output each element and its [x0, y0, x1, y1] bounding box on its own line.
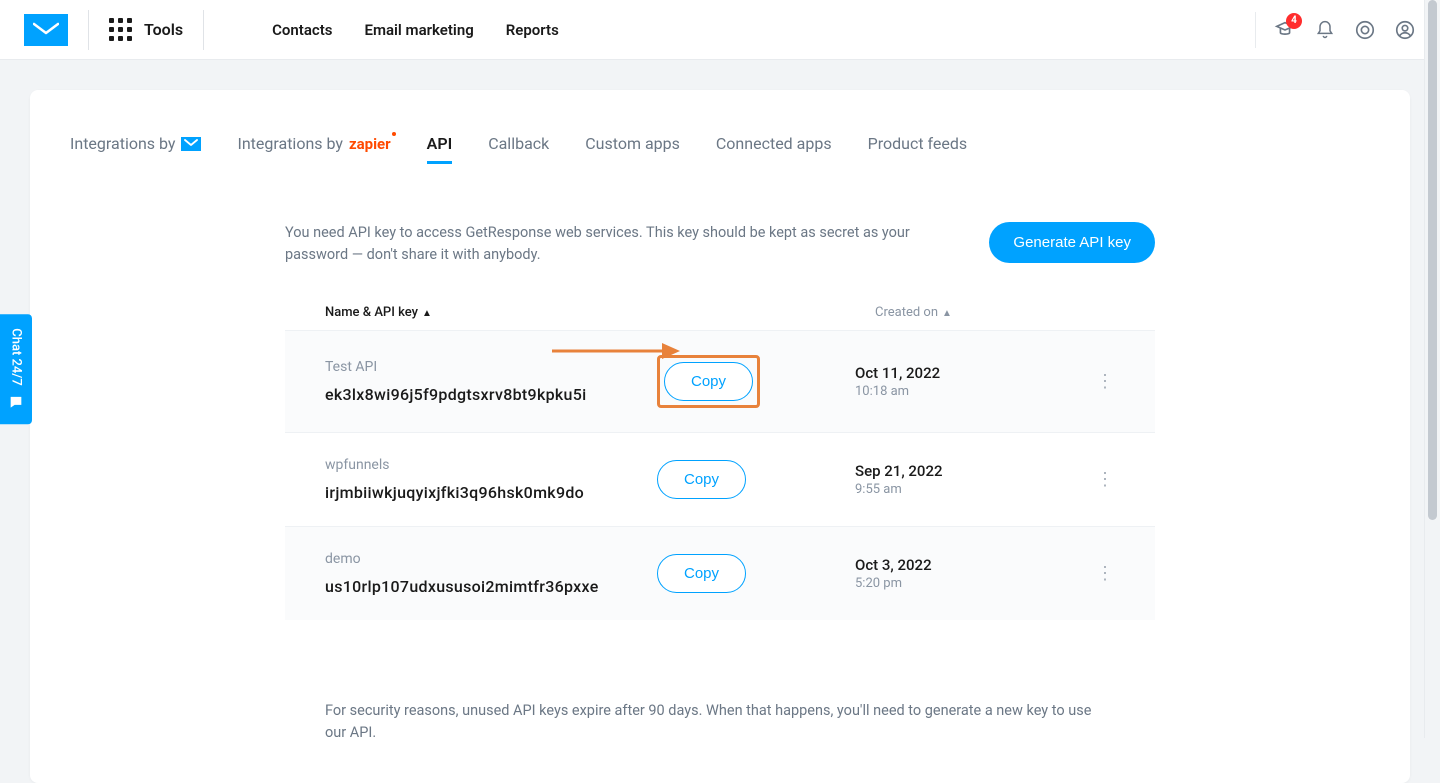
table-row: demo us10rlp107udxususoi2mimtfr36pxxe Co… [285, 526, 1155, 620]
sort-caret-icon: ▲ [422, 308, 432, 319]
tab-label: Integrations by [70, 134, 175, 153]
header-row: You need API key to access GetResponse w… [285, 222, 1155, 267]
tab-product-feeds[interactable]: Product feeds [868, 134, 968, 164]
zapier-logo: zapier [349, 135, 391, 153]
highlight-frame: Copy [657, 355, 760, 408]
bell-icon[interactable] [1314, 19, 1336, 41]
tools-menu[interactable]: Tools [109, 18, 183, 41]
api-key-name: Test API [325, 359, 625, 375]
scrollbar[interactable] [1424, 0, 1440, 738]
list-header: Name & API key▲ Created on▲ [285, 305, 1155, 330]
integrations-tabs: Integrations by Integrations by zapier A… [70, 134, 1370, 172]
app-logo[interactable] [24, 14, 68, 46]
tab-integrations-zapier[interactable]: Integrations by zapier [237, 134, 390, 164]
nav-reports[interactable]: Reports [506, 21, 559, 39]
created-date: Sep 21, 2022 [855, 462, 1095, 480]
created-time: 5:20 pm [855, 576, 1095, 591]
created-date: Oct 11, 2022 [855, 364, 1095, 382]
api-key-value: irjmbiiwkjuqyixjfki3q96hsk0mk9do [325, 483, 625, 502]
api-key-name: demo [325, 551, 625, 567]
chat-widget[interactable]: Chat 24/7 [0, 314, 32, 424]
api-key-value: us10rlp107udxususoi2mimtfr36pxxe [325, 577, 625, 596]
getresponse-icon [181, 137, 201, 151]
page-card: Integrations by Integrations by zapier A… [30, 90, 1410, 783]
tab-custom-apps[interactable]: Custom apps [585, 134, 680, 164]
security-footnote: For security reasons, unused API keys ex… [285, 700, 1155, 744]
copy-button[interactable]: Copy [664, 362, 753, 401]
row-menu-icon[interactable]: ⋮ [1095, 371, 1115, 392]
separator [88, 10, 89, 50]
column-header-name[interactable]: Name & API key▲ [325, 305, 875, 320]
grid-icon [109, 18, 132, 41]
topbar-right: 4 [1255, 12, 1416, 48]
chat-label: Chat 24/7 [9, 328, 24, 386]
nav-contacts[interactable]: Contacts [272, 21, 332, 39]
tools-label: Tools [144, 20, 183, 39]
generate-api-key-button[interactable]: Generate API key [989, 222, 1155, 263]
separator [1255, 12, 1256, 48]
content: You need API key to access GetResponse w… [285, 222, 1155, 743]
column-header-date[interactable]: Created on▲ [875, 305, 1115, 320]
main-nav: Contacts Email marketing Reports [272, 21, 559, 39]
tab-label: Integrations by [237, 134, 342, 153]
help-icon[interactable] [1354, 19, 1376, 41]
separator [203, 10, 204, 50]
tab-api[interactable]: API [427, 134, 453, 164]
api-key-name: wpfunnels [325, 457, 625, 473]
topbar: Tools Contacts Email marketing Reports 4 [0, 0, 1440, 60]
row-menu-icon[interactable]: ⋮ [1095, 469, 1115, 490]
created-time: 9:55 am [855, 482, 1095, 497]
table-row: wpfunnels irjmbiiwkjuqyixjfki3q96hsk0mk9… [285, 432, 1155, 526]
copy-button[interactable]: Copy [657, 460, 746, 499]
row-menu-icon[interactable]: ⋮ [1095, 563, 1115, 584]
created-time: 10:18 am [855, 384, 1095, 399]
copy-button[interactable]: Copy [657, 554, 746, 593]
table-row: Test API ek3lx8wi96j5f9pdgtsxrv8bt9kpku5… [285, 330, 1155, 432]
tab-connected-apps[interactable]: Connected apps [716, 134, 832, 164]
chat-icon [8, 394, 24, 410]
sort-caret-icon: ▲ [942, 308, 952, 319]
nav-email-marketing[interactable]: Email marketing [364, 21, 473, 39]
tab-integrations-getresponse[interactable]: Integrations by [70, 134, 201, 164]
created-date: Oct 3, 2022 [855, 556, 1095, 574]
profile-icon[interactable] [1394, 19, 1416, 41]
api-description: You need API key to access GetResponse w… [285, 222, 925, 267]
tab-callback[interactable]: Callback [488, 134, 549, 164]
api-key-list: Name & API key▲ Created on▲ Test API ek3… [285, 305, 1155, 620]
notification-badge: 4 [1286, 13, 1302, 29]
academy-icon[interactable]: 4 [1274, 19, 1296, 41]
scrollbar-thumb[interactable] [1428, 0, 1437, 520]
api-key-value: ek3lx8wi96j5f9pdgtsxrv8bt9kpku5i [325, 385, 625, 404]
